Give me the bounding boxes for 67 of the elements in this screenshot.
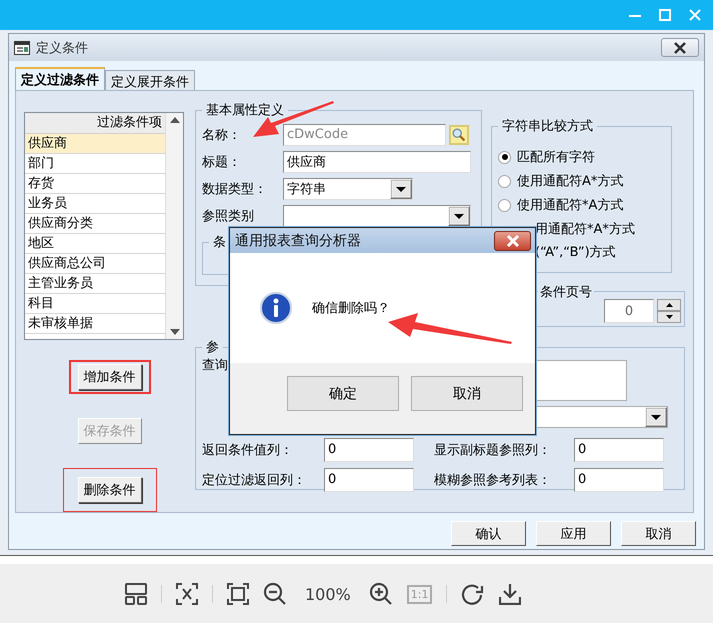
- field-label: 返回条件值列：: [202, 442, 294, 459]
- title-field[interactable]: 供应商: [283, 150, 471, 172]
- radio-label: 匹配所有字符: [517, 149, 595, 166]
- info-icon: [260, 292, 292, 324]
- layout-icon[interactable]: [125, 583, 147, 605]
- scrollbar[interactable]: [165, 113, 183, 339]
- close-button[interactable]: [661, 38, 699, 57]
- group-title: 参: [205, 339, 220, 356]
- dialog-button[interactable]: 取消: [621, 521, 696, 546]
- dropdown-arrow-icon[interactable]: [448, 206, 470, 226]
- radio-label: 使用通配符A*方式: [517, 173, 624, 190]
- radio-button[interactable]: [498, 198, 511, 212]
- down-arrow-icon[interactable]: [666, 315, 672, 319]
- fullscreen-icon[interactable]: [227, 583, 249, 605]
- scroll-down-icon[interactable]: [170, 329, 180, 335]
- message-button[interactable]: 取消: [411, 376, 523, 411]
- dialog-button[interactable]: 确认: [451, 521, 526, 546]
- zoom-out-icon[interactable]: [263, 582, 287, 606]
- radio-button[interactable]: [498, 150, 511, 164]
- window-icon: [14, 40, 30, 54]
- dropdown-arrow-icon[interactable]: [645, 407, 667, 427]
- rotate-icon[interactable]: [461, 583, 486, 605]
- message-button[interactable]: 确定: [287, 376, 399, 411]
- message-box-title: 通用报表查询分析器: [235, 232, 362, 250]
- column-field[interactable]: 0: [574, 468, 664, 492]
- radio-label: (“A”,“B”)方式: [535, 244, 616, 260]
- field-label: 标题：: [202, 154, 242, 170]
- tab[interactable]: 定义过滤条件: [15, 67, 105, 90]
- scroll-up-icon[interactable]: [170, 117, 180, 123]
- group-title: 条件页号: [538, 283, 594, 301]
- condition-button[interactable]: 增加条件: [78, 364, 142, 390]
- download-icon[interactable]: [499, 583, 522, 605]
- group-title: 基本属性定义: [205, 102, 285, 119]
- search-icon[interactable]: [449, 124, 469, 144]
- query-label: 查询: [202, 357, 228, 375]
- field-label: 模糊参照参考列表：: [434, 472, 552, 489]
- field-label: 显示副标题参照列：: [434, 442, 552, 459]
- list-header: 过滤条件项: [25, 113, 165, 134]
- close-button[interactable]: [494, 230, 531, 250]
- tab[interactable]: 定义展开条件: [105, 70, 195, 90]
- spinner[interactable]: [657, 299, 681, 323]
- column-field[interactable]: 0: [324, 438, 414, 462]
- window-title: 定义条件: [36, 40, 89, 56]
- dialog-button[interactable]: 应用: [536, 521, 611, 546]
- list-item[interactable]: 供应商: [25, 134, 165, 154]
- close-icon: [506, 234, 520, 246]
- zoom-level: 100%: [304, 584, 352, 604]
- radio-button[interactable]: [498, 174, 511, 188]
- field-label: 参照类别: [202, 208, 255, 224]
- radio-label: 用通配符*A*方式: [535, 220, 635, 238]
- field-label: 数据类型：: [202, 180, 268, 198]
- page-number-field[interactable]: 0: [604, 299, 654, 323]
- column-field[interactable]: 0: [324, 468, 414, 492]
- message-text: 确信删除吗？: [312, 300, 390, 317]
- dropdown-arrow-icon[interactable]: [390, 178, 412, 198]
- field-label: 定位过滤返回列：: [202, 472, 307, 489]
- zoom-in-icon[interactable]: [368, 582, 393, 606]
- condition-button[interactable]: 删除条件: [78, 477, 142, 503]
- group-title: 条: [212, 234, 227, 251]
- column-field[interactable]: 0: [574, 438, 664, 462]
- close-icon: [673, 42, 687, 54]
- group-title: 字符串比较方式: [501, 118, 594, 135]
- up-arrow-icon[interactable]: [666, 303, 672, 307]
- fit-screen-icon[interactable]: [176, 583, 198, 605]
- dropdown[interactable]: 字符串: [283, 178, 413, 200]
- field-label: 名称：: [202, 126, 242, 144]
- radio-label: 使用通配符*A方式: [517, 197, 624, 214]
